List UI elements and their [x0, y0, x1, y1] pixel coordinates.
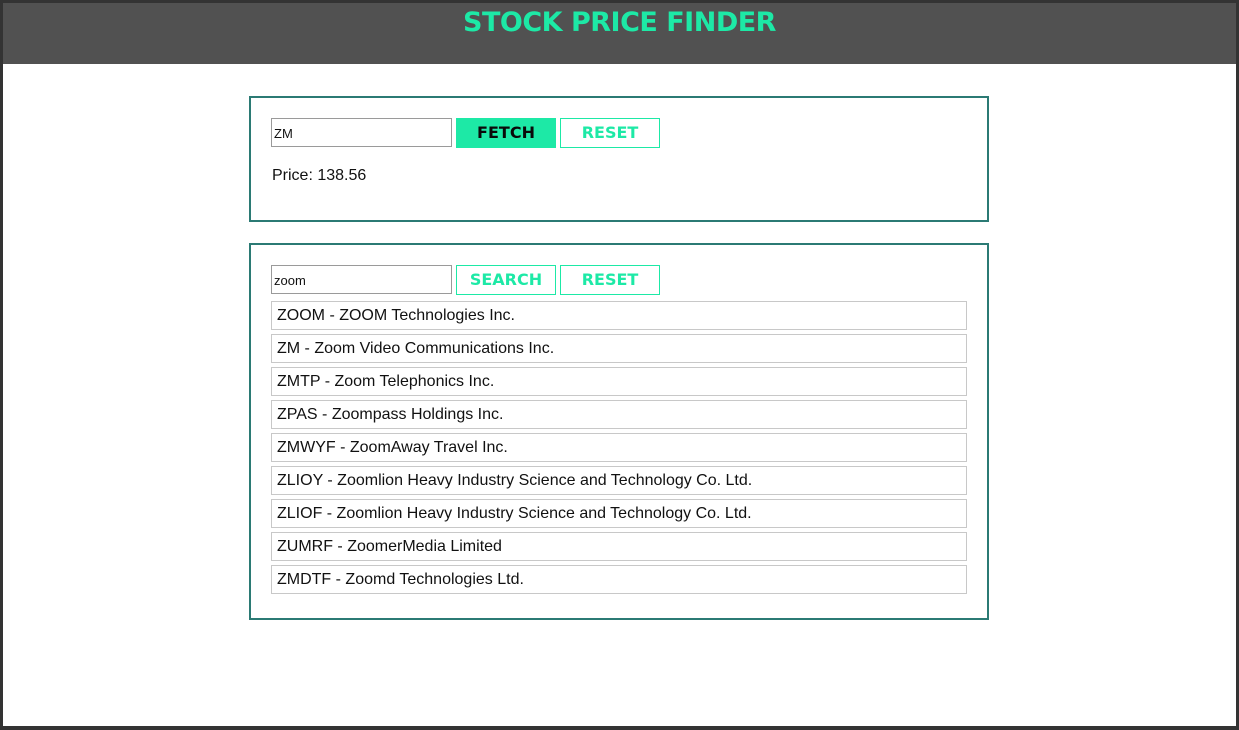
ticker-input[interactable] [271, 118, 452, 147]
header-bar: STOCK PRICE FINDER [3, 3, 1236, 64]
result-item[interactable]: ZMDTF - Zoomd Technologies Ltd. [271, 565, 967, 594]
fetch-reset-button[interactable]: RESET [560, 118, 660, 148]
search-reset-button[interactable]: RESET [560, 265, 660, 295]
result-item[interactable]: ZUMRF - ZoomerMedia Limited [271, 532, 967, 561]
result-item[interactable]: ZPAS - Zoompass Holdings Inc. [271, 400, 967, 429]
app-window: STOCK PRICE FINDER FETCH RESET Price: 13… [3, 3, 1236, 726]
search-input[interactable] [271, 265, 452, 294]
page-title: STOCK PRICE FINDER [463, 7, 776, 38]
result-item[interactable]: ZOOM - ZOOM Technologies Inc. [271, 301, 967, 330]
result-item[interactable]: ZLIOY - Zoomlion Heavy Industry Science … [271, 466, 967, 495]
result-item[interactable]: ZM - Zoom Video Communications Inc. [271, 334, 967, 363]
search-button[interactable]: SEARCH [456, 265, 556, 295]
result-item[interactable]: ZLIOF - Zoomlion Heavy Industry Science … [271, 499, 967, 528]
fetch-panel: FETCH RESET Price: 138.56 [249, 96, 989, 222]
result-item[interactable]: ZMWYF - ZoomAway Travel Inc. [271, 433, 967, 462]
fetch-button[interactable]: FETCH [456, 118, 556, 148]
search-results-list: ZOOM - ZOOM Technologies Inc. ZM - Zoom … [271, 301, 967, 598]
price-readout: Price: 138.56 [272, 167, 367, 184]
result-item[interactable]: ZMTP - Zoom Telephonics Inc. [271, 367, 967, 396]
search-panel: SEARCH RESET ZOOM - ZOOM Technologies In… [249, 243, 989, 620]
